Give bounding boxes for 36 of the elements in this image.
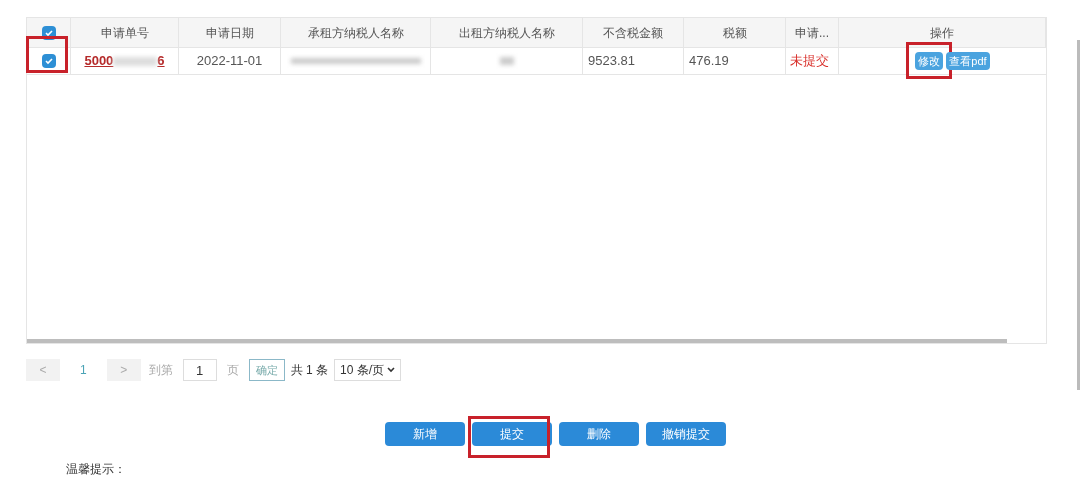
checkmark-icon bbox=[43, 56, 54, 66]
redacted-block bbox=[499, 57, 514, 65]
status-text: 未提交 bbox=[790, 52, 829, 71]
checkmark-icon bbox=[43, 27, 54, 38]
action-button[interactable]: 删除 bbox=[558, 422, 639, 446]
column-header: 申请日期 bbox=[205, 24, 254, 42]
page-input[interactable]: 1 bbox=[182, 359, 217, 381]
column-header: 操作 bbox=[930, 24, 954, 42]
column-header: 税额 bbox=[722, 24, 747, 42]
table-cell-text: 2022-11-01 bbox=[196, 52, 263, 71]
checkbox[interactable] bbox=[41, 54, 56, 68]
column-header: 申请单号 bbox=[100, 24, 149, 42]
next-page-button[interactable]: > bbox=[106, 359, 141, 381]
page-size-select[interactable]: 10 条/页 bbox=[334, 359, 402, 381]
chevron-down-icon bbox=[387, 367, 396, 373]
page-number[interactable]: 1 bbox=[70, 361, 97, 379]
action-button[interactable]: 撤销提交 bbox=[645, 422, 726, 446]
page-unit: 页 bbox=[226, 362, 239, 379]
column-header: 出租方纳税人名称 bbox=[458, 24, 555, 42]
total-count: 共 1 条 bbox=[290, 362, 329, 379]
tips-title: 温馨提示： bbox=[66, 462, 126, 476]
column-header: 不含税金额 bbox=[603, 24, 663, 42]
action-button[interactable]: 新增 bbox=[384, 422, 465, 446]
prev-page-button[interactable]: < bbox=[26, 359, 60, 381]
horizontal-scrollbar[interactable] bbox=[27, 339, 1007, 343]
table-cell-text: 476.19 bbox=[689, 52, 729, 71]
confirm-button[interactable]: 确定 bbox=[248, 359, 285, 381]
column-header: 申请... bbox=[795, 24, 829, 42]
column-header: 承租方纳税人名称 bbox=[307, 24, 404, 42]
scrollbar[interactable] bbox=[1077, 40, 1080, 390]
action-button[interactable]: 提交 bbox=[471, 422, 552, 446]
action-button[interactable]: 修改 bbox=[915, 52, 944, 71]
action-button[interactable]: 查看pdf bbox=[946, 52, 990, 71]
application-number-link[interactable]: 5000 6 bbox=[84, 51, 165, 71]
table-cell-text: 9523.81 bbox=[588, 52, 635, 71]
goto-label: 到第 bbox=[148, 362, 173, 379]
